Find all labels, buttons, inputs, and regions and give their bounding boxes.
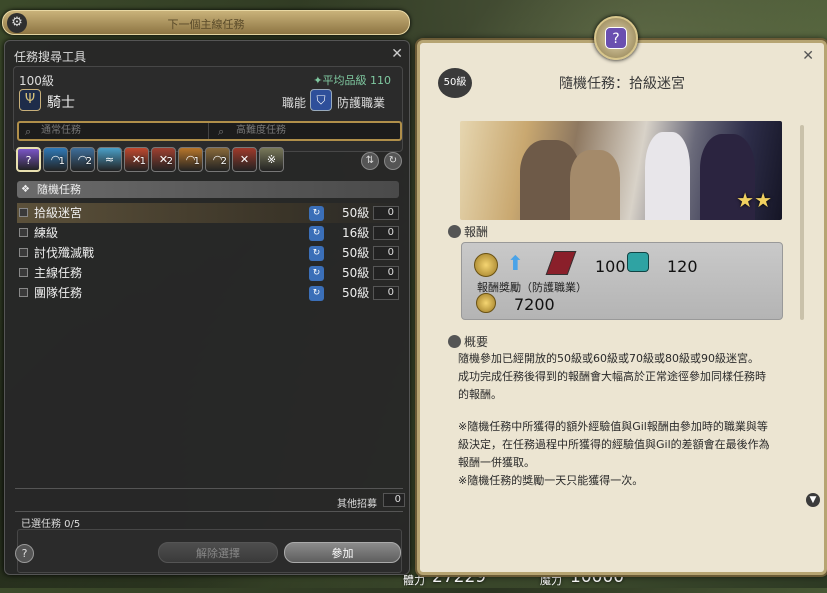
sort-icon[interactable]: ⇅	[361, 152, 379, 170]
search-high-end-duties[interactable]: ⌕ 高難度任務	[214, 123, 394, 139]
overview-header: 概要	[448, 333, 488, 350]
duty-level: 50級	[342, 266, 370, 280]
close-icon[interactable]: ✕	[391, 46, 403, 62]
help-icon[interactable]: ?	[15, 544, 34, 563]
next-main-quest-bar[interactable]: ⚙ 下一個主線任務	[2, 10, 410, 35]
duty-checkbox[interactable]	[19, 268, 28, 277]
hp-label: 體力	[403, 574, 425, 587]
trial-icon[interactable]: ≈	[97, 147, 122, 172]
character-figure	[570, 150, 620, 220]
duty-count: 0	[373, 286, 399, 300]
next-main-quest-label: 下一個主線任務	[167, 18, 245, 31]
reward-tomestone-value: 120	[667, 257, 698, 276]
category-tabs: ? ◠ 1 ◠ 2 ≈ ✕ 1 ✕ 2 ◠ 1 ◠ 2 ✕ ※	[16, 147, 284, 175]
roulette-icon[interactable]: ?	[16, 147, 41, 172]
duty-level: 16級	[342, 226, 370, 240]
deep-dungeon-icon[interactable]: ◠ 2	[205, 147, 230, 172]
reward-gil-value: 7200	[514, 295, 555, 314]
tank-role-icon: ⛉	[310, 89, 332, 111]
mp-label: 魔力	[540, 574, 562, 587]
duty-row[interactable]: 團隊任務 ↻ 50級 0	[17, 283, 401, 303]
gil-coin-icon	[476, 293, 496, 313]
raid-icon[interactable]: ✕ 1	[124, 147, 149, 172]
other-recruit-label: 其他招募	[337, 499, 377, 510]
clear-selection-button[interactable]: 解除選擇	[158, 542, 278, 563]
gold-saucer-icon[interactable]: ◠ 1	[178, 147, 203, 172]
duty-name: 練級	[34, 226, 59, 240]
roulette-bonus-icon: ↻	[309, 226, 324, 241]
duty-level: 50級	[342, 246, 370, 260]
roulette-emblem: ?	[594, 16, 638, 60]
scrollbar[interactable]	[800, 125, 804, 320]
role-name: 防護職業	[337, 96, 386, 110]
duty-count: 0	[373, 266, 399, 280]
refresh-icon[interactable]: ↻	[384, 152, 402, 170]
duty-level: 50級	[342, 206, 370, 220]
guildhest-icon[interactable]: ◠ 2	[70, 147, 95, 172]
duty-name: 拾級迷宮	[34, 206, 83, 220]
close-icon[interactable]: ✕	[802, 48, 814, 64]
variant-icon[interactable]: ✕	[232, 147, 257, 172]
duty-list: 拾級迷宮 ↻ 50級 0 練級 ↻ 16級 0 討伐殲滅戰 ↻ 50級 0 主線任務 ↻ 50級 0 團隊任務 ↻…	[17, 203, 401, 303]
duty-name: 團隊任務	[34, 286, 83, 300]
duty-checkbox[interactable]	[19, 228, 28, 237]
join-button[interactable]: 參加	[284, 542, 401, 563]
reward-header: 報酬	[448, 223, 488, 240]
pvp-icon[interactable]: ✕ 2	[151, 147, 176, 172]
duty-checkbox[interactable]	[19, 288, 28, 297]
explorer-icon[interactable]: ※	[259, 147, 284, 172]
divider	[15, 488, 403, 489]
overview-paragraph-1: 隨機參加已經開放的50級或60級或70級或80級或90級迷宮。 成功完成任務後得…	[458, 352, 766, 401]
duty-row[interactable]: 主線任務 ↻ 50級 0	[17, 263, 401, 283]
other-recruit-count: 0	[383, 493, 405, 507]
search-normal-duties[interactable]: ⌕ 通常任務	[19, 123, 209, 139]
duty-count: 0	[373, 206, 399, 220]
job-name: 騎士	[47, 95, 75, 111]
duty-count: 0	[373, 246, 399, 260]
exp-up-arrow-icon: ⬆	[507, 251, 524, 275]
overview-icon	[448, 335, 461, 348]
roulette-icon: ?	[605, 27, 627, 49]
scroll-down-icon[interactable]: ▼	[806, 493, 820, 507]
paladin-job-icon: Ψ	[19, 89, 41, 111]
duty-search[interactable]: ⌕ 通常任務 ⌕ 高難度任務	[17, 121, 402, 141]
roulette-bonus-icon: ↻	[309, 286, 324, 301]
player-level: 100級	[19, 74, 54, 88]
search-icon: ⌕	[25, 125, 32, 138]
role-label: 職能	[282, 96, 307, 110]
reward-box: ⬆ 100 120 報酬獎勵（防護職業） 7200	[461, 242, 783, 320]
duty-name: 討伐殲滅戰	[34, 246, 95, 260]
window-title: 任務搜尋工具	[14, 50, 87, 64]
duty-title: 隨機任務：拾級迷宮	[559, 76, 685, 92]
tomestone-alt-icon	[627, 252, 649, 272]
duty-row[interactable]: 討伐殲滅戰 ↻ 50級 0	[17, 243, 401, 263]
duty-detail-window: 50級 隨機任務：拾級迷宮 ✕ ★★ 報酬 ⬆ 100 120 報酬獎勵（防護職…	[417, 40, 827, 575]
duty-row[interactable]: 拾級迷宮 ↻ 50級 0	[17, 203, 401, 223]
character-figure	[645, 132, 690, 220]
roulette-section-header[interactable]: ❖ 隨機任務	[17, 181, 399, 198]
expand-icon: ❖	[21, 184, 30, 195]
reward-bonus-label: 報酬獎勵（防護職業）	[477, 281, 587, 294]
average-item-level: ✦平均品級 110	[313, 74, 391, 87]
reward-icon	[448, 225, 461, 238]
roulette-bonus-icon: ↻	[309, 206, 324, 221]
tomestone-icon	[545, 251, 577, 275]
duty-checkbox[interactable]	[19, 248, 28, 257]
reward-exp-value: 100	[595, 257, 626, 276]
dungeon-icon[interactable]: ◠ 1	[43, 147, 68, 172]
duty-count: 0	[373, 226, 399, 240]
overview-paragraph-2: ※隨機任務中所獲得的額外經驗值與Gil報酬由參加時的職業與等 級決定，在任務過程…	[458, 420, 770, 487]
duty-level: 50級	[342, 286, 370, 300]
search-icon: ⌕	[218, 125, 225, 138]
duty-banner-image: ★★	[460, 121, 782, 220]
gil-coin-icon	[474, 253, 498, 277]
duty-finder-window: 任務搜尋工具 ✕ 100級 ✦平均品級 110 Ψ 騎士 職能 ⛉ 防護職業 ⌕…	[4, 40, 410, 575]
duty-row[interactable]: 練級 ↻ 16級 0	[17, 223, 401, 243]
difficulty-stars: ★★	[736, 188, 772, 212]
selected-duties-label: 已選任務 0/5	[15, 511, 403, 530]
duty-checkbox[interactable]	[19, 208, 28, 217]
roulette-bonus-icon: ↻	[309, 266, 324, 281]
duty-name: 主線任務	[34, 266, 83, 280]
roulette-bonus-icon: ↻	[309, 246, 324, 261]
